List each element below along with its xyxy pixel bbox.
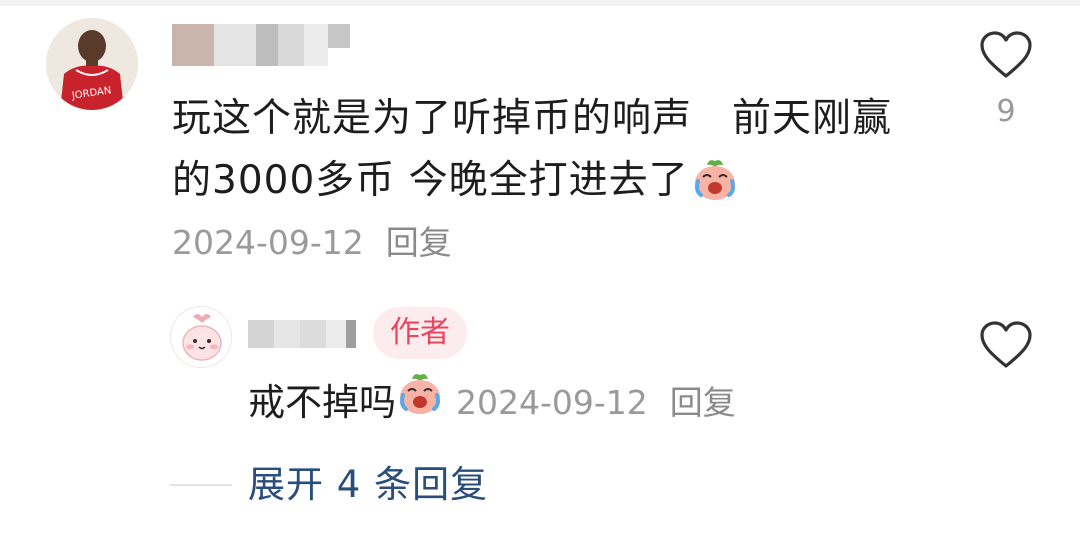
reply-date: 2024-09-12	[456, 383, 648, 422]
jersey-avatar-image: JORDAN	[46, 18, 138, 110]
top-divider	[0, 0, 1080, 6]
crying-laughing-peach-emoji	[693, 158, 737, 220]
author-badge: 作者	[373, 307, 467, 359]
heart-icon	[980, 31, 1032, 78]
comment-text: 玩这个就是为了听掉币的响声 前天刚赢 的3000多币 今晚全打进去了	[172, 88, 942, 220]
author-username-redacted[interactable]	[248, 320, 356, 348]
comment-meta: 2024-09-12 回复	[172, 216, 452, 264]
reply-like-button[interactable]	[978, 320, 1034, 374]
heart-icon	[980, 321, 1032, 368]
reply-content: 戒不掉吗 2024-09-12 回复	[248, 373, 736, 433]
comment-reply-button[interactable]: 回复	[386, 223, 452, 262]
comment-date: 2024-09-12	[172, 223, 364, 262]
reply-text: 戒不掉吗	[248, 381, 396, 424]
comment-like-count: 9	[996, 94, 1016, 129]
comment-text-line1: 玩这个就是为了听掉币的响声	[172, 96, 693, 141]
crying-laughing-peach-emoji	[398, 373, 442, 433]
comment-like-button[interactable]	[978, 30, 1034, 84]
commenter-avatar[interactable]: JORDAN	[46, 18, 138, 110]
comment-text-line1b: 前天刚赢	[732, 96, 893, 141]
comment-text-line2: 的3000多币 今晚全打进去了	[172, 158, 689, 203]
peach-character-avatar-image	[171, 307, 231, 367]
author-avatar[interactable]	[170, 306, 232, 368]
commenter-username-redacted[interactable]	[172, 24, 350, 66]
expand-divider	[170, 484, 232, 486]
expand-replies-button[interactable]: 展开 4 条回复	[248, 460, 488, 510]
reply-reply-button[interactable]: 回复	[670, 373, 736, 433]
